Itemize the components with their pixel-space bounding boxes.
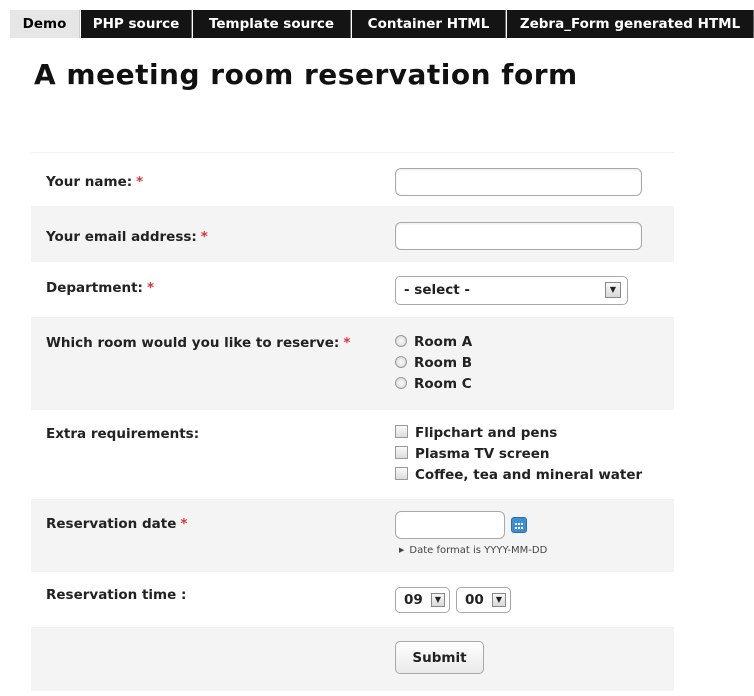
- submit-button[interactable]: Submit: [395, 641, 484, 674]
- room-option-label: Room A: [414, 334, 473, 350]
- minute-value: 00: [465, 592, 484, 608]
- chevron-down-icon[interactable]: ▼: [492, 593, 506, 607]
- form-row-name: Your name: *: [31, 152, 674, 206]
- hour-select[interactable]: 09 ▼: [395, 587, 450, 613]
- form-row-submit: Submit: [31, 627, 674, 691]
- room-option[interactable]: Room C: [395, 374, 472, 394]
- required-marker: *: [343, 335, 351, 351]
- radio-button[interactable]: [395, 377, 407, 389]
- page-title: A meeting room reservation form: [34, 58, 578, 91]
- tab-demo[interactable]: Demo: [10, 10, 80, 38]
- date-format-hint: ▶ Date format is YYYY-MM-DD: [399, 545, 548, 556]
- form-row-email: Your email address: *: [31, 206, 674, 261]
- extra-option-label: Plasma TV screen: [415, 446, 550, 462]
- checkbox[interactable]: [395, 446, 408, 459]
- reservation-form: Your name: * Your email address: * Departm…: [31, 152, 674, 691]
- calendar-icon[interactable]: [511, 517, 527, 533]
- department-label: Department: *: [46, 280, 154, 296]
- room-option-label: Room B: [414, 355, 473, 371]
- extra-option-label: Coffee, tea and mineral water: [415, 467, 643, 483]
- form-row-room: Which room would you like to reserve: * R…: [31, 317, 674, 409]
- tab-php-source[interactable]: PHP source: [81, 10, 192, 38]
- room-option-label: Room C: [414, 376, 472, 392]
- tab-template-source[interactable]: Template source: [193, 10, 351, 38]
- form-row-extras: Extra requirements: Flipchart and pens P…: [31, 409, 674, 499]
- chevron-down-icon[interactable]: ▼: [605, 282, 621, 298]
- room-option[interactable]: Room A: [395, 332, 472, 352]
- form-row-date: Reservation date * ▶ Date format is YYYY-M…: [31, 499, 674, 571]
- extra-option[interactable]: Plasma TV screen: [395, 444, 550, 464]
- tab-container-html[interactable]: Container HTML: [352, 10, 506, 38]
- email-input[interactable]: [395, 222, 642, 250]
- extra-option-label: Flipchart and pens: [415, 425, 558, 441]
- extra-option[interactable]: Coffee, tea and mineral water: [395, 465, 642, 485]
- name-input[interactable]: [395, 168, 642, 196]
- tab-zebra-form-generated-html[interactable]: Zebra_Form generated HTML: [507, 10, 754, 38]
- name-label: Your name: *: [46, 174, 144, 190]
- room-label: Which room would you like to reserve: *: [46, 335, 351, 351]
- required-marker: *: [200, 229, 208, 245]
- time-label: Reservation time :: [46, 587, 187, 603]
- email-label: Your email address: *: [46, 229, 208, 245]
- required-marker: *: [136, 174, 144, 190]
- chevron-down-icon[interactable]: ▼: [431, 593, 445, 607]
- date-label: Reservation date *: [46, 516, 188, 532]
- hour-value: 09: [404, 592, 423, 608]
- radio-button[interactable]: [395, 335, 407, 347]
- required-marker: *: [146, 280, 154, 296]
- tab-bar: Demo PHP source Template source Containe…: [0, 0, 754, 38]
- extra-option[interactable]: Flipchart and pens: [395, 423, 557, 443]
- triangle-right-icon: ▶: [399, 546, 405, 554]
- form-row-department: Department: * - select - ▼: [31, 261, 674, 317]
- department-select[interactable]: - select - ▼: [395, 276, 628, 305]
- checkbox[interactable]: [395, 467, 408, 480]
- date-input[interactable]: [395, 511, 505, 539]
- radio-button[interactable]: [395, 356, 407, 368]
- checkbox[interactable]: [395, 425, 408, 438]
- room-option[interactable]: Room B: [395, 353, 472, 373]
- department-selected-value: - select -: [404, 282, 471, 298]
- extras-label: Extra requirements:: [46, 426, 200, 442]
- minute-select[interactable]: 00 ▼: [456, 587, 511, 613]
- required-marker: *: [180, 516, 188, 532]
- form-row-time: Reservation time : 09 ▼ 00 ▼: [31, 571, 674, 627]
